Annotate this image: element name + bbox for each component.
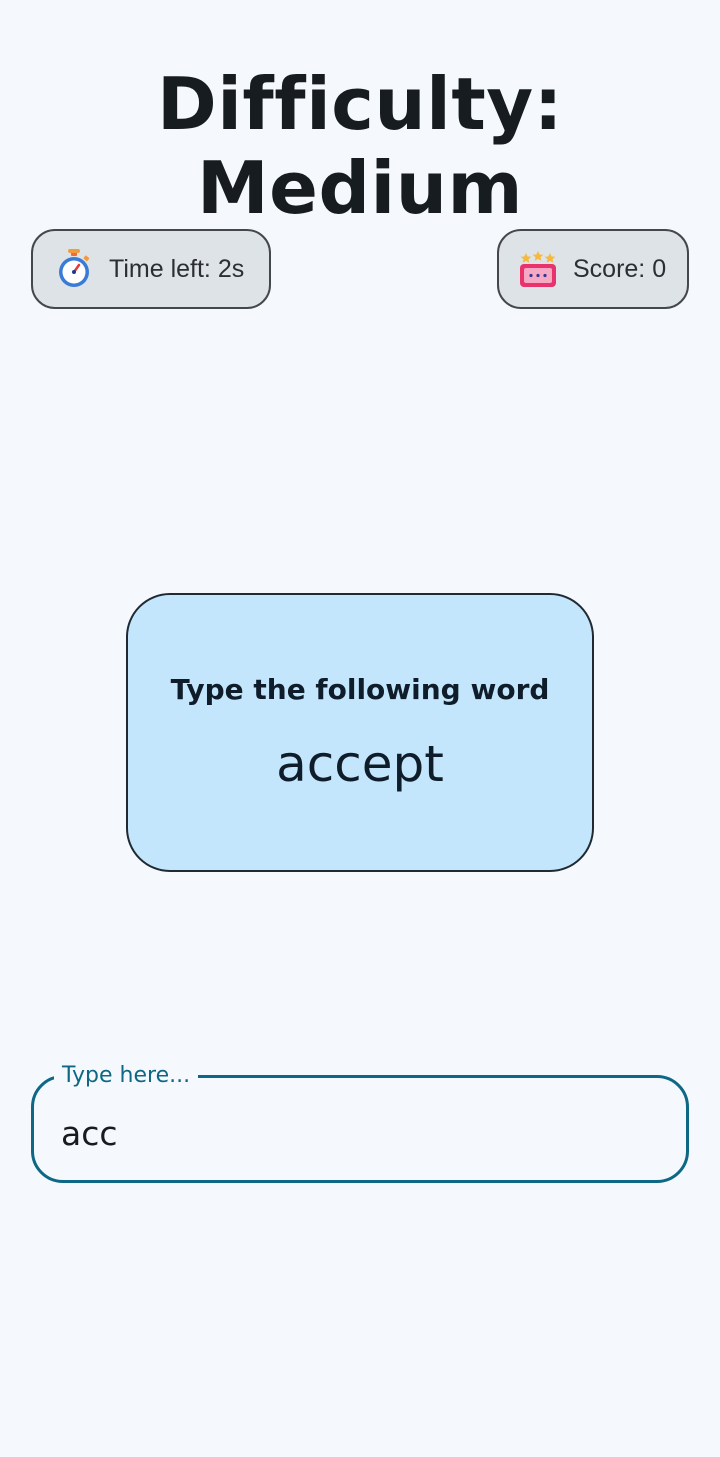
score-chip: Score: 0: [497, 229, 689, 309]
typing-input-field[interactable]: Type here... acc: [31, 1063, 689, 1183]
time-left-label: Time left: 2s: [109, 254, 245, 283]
stopwatch-icon: [55, 249, 93, 289]
word-card: Type the following word accept: [126, 593, 594, 872]
target-word: accept: [276, 735, 444, 793]
score-label: Score: 0: [573, 254, 667, 283]
page-title: Difficulty: Medium: [156, 62, 564, 230]
card-prompt: Type the following word: [170, 673, 550, 706]
typing-input[interactable]: acc: [61, 1114, 118, 1154]
timer-chip: Time left: 2s: [31, 229, 271, 309]
input-label: Type here...: [54, 1063, 199, 1089]
score-board-icon: [519, 249, 557, 289]
